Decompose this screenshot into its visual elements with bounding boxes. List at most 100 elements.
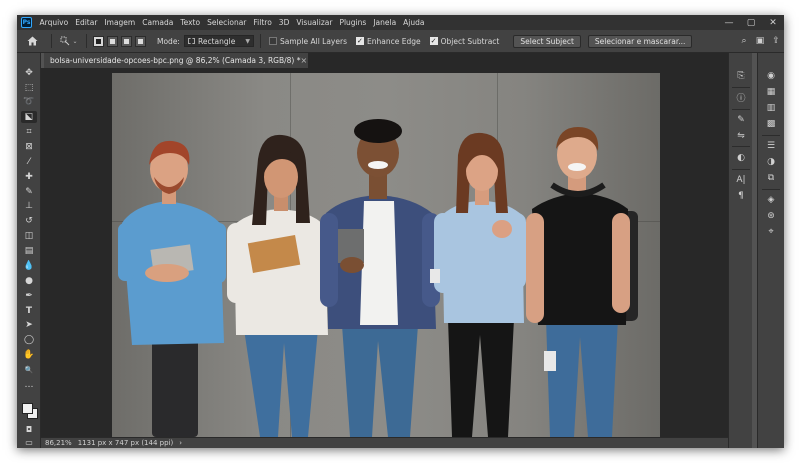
more-tools-icon[interactable]: … <box>21 379 37 391</box>
document-tab-title: bolsa-universidade-opcoes-bpc.png @ 86,2… <box>50 56 301 65</box>
rectangle-icon <box>187 38 195 44</box>
gradients-panel-icon[interactable]: ▥ <box>762 101 780 114</box>
intersect-selection-button[interactable] <box>135 35 146 47</box>
object-subtract-checkbox[interactable] <box>429 37 438 45</box>
frame-icon[interactable]: ⊠ <box>21 141 37 153</box>
info-panel-icon[interactable]: ⓘ <box>732 91 750 104</box>
character-panel-icon[interactable]: A| <box>732 173 750 186</box>
hand-icon[interactable]: ✋ <box>21 349 37 361</box>
properties-panel-icon[interactable]: ☰ <box>762 139 780 152</box>
tools-panel: ✥ ⬚ ➰ ⬕ ⌗ ⊠ ⁄ ✚ ✎ ⊥ ↺ ◫ ▤ 💧 ● ✒ T ➤ ◯ ✋ … <box>17 53 41 448</box>
document-image[interactable] <box>112 73 660 437</box>
move-icon[interactable]: ✥ <box>21 67 37 79</box>
brushes-panel-icon[interactable]: ✎ <box>732 113 750 126</box>
new-selection-button[interactable] <box>93 35 104 47</box>
workspace-icon[interactable]: ▣ <box>752 36 768 46</box>
foreground-color-swatch[interactable] <box>22 403 33 414</box>
clone-stamp-icon[interactable]: ⊥ <box>21 200 37 212</box>
options-bar: ⌄ Mode: Rectangle ▼ Sample All Layers En… <box>17 30 784 53</box>
sample-all-layers-label: Sample All Layers <box>279 36 347 46</box>
dodge-icon[interactable]: ● <box>21 275 37 287</box>
mode-select[interactable]: Rectangle ▼ <box>183 35 254 47</box>
menu-arquivo[interactable]: Arquivo <box>36 18 72 27</box>
path-selection-icon[interactable]: ➤ <box>21 319 37 331</box>
maximize-icon[interactable]: ▢ <box>740 18 762 28</box>
menu-3d[interactable]: 3D <box>275 18 293 27</box>
select-and-mask-button[interactable]: Selecionar e mascarar... <box>587 34 693 48</box>
history-panel-icon[interactable]: ⎘ <box>732 69 750 82</box>
students-photo <box>118 119 638 437</box>
menu-imagem[interactable]: Imagem <box>101 18 139 27</box>
channels-panel-icon[interactable]: ⊛ <box>762 209 780 222</box>
menu-camada[interactable]: Camada <box>139 18 177 27</box>
brush-settings-icon[interactable]: ⇋ <box>732 129 750 142</box>
object-selection-icon[interactable]: ⬕ <box>21 111 37 123</box>
menu-visualizar[interactable]: Visualizar <box>293 18 336 27</box>
divider <box>762 189 780 190</box>
menu-ajuda[interactable]: Ajuda <box>400 18 428 27</box>
eraser-icon[interactable]: ◫ <box>21 230 37 242</box>
brush-icon[interactable]: ✎ <box>21 186 37 198</box>
patterns-panel-icon[interactable]: ▩ <box>762 117 780 130</box>
screen-mode-icon[interactable]: ▭ <box>21 436 37 448</box>
panel-dock-collapsed: ⎘ ⓘ ✎ ⇋ ◐ A| ¶ <box>728 53 752 448</box>
quick-mask-icon[interactable]: ◘ <box>21 423 37 435</box>
minimize-icon[interactable]: — <box>718 18 740 28</box>
menu-filtro[interactable]: Filtro <box>250 18 275 27</box>
adjustments-panel-icon[interactable]: ◑ <box>762 155 780 168</box>
close-icon[interactable]: ✕ <box>762 18 784 28</box>
close-icon[interactable]: × <box>300 56 307 65</box>
menu-editar[interactable]: Editar <box>72 18 101 27</box>
zoom-level[interactable]: 86,21% <box>41 439 78 447</box>
document-tab-strip: bolsa-universidade-opcoes-bpc.png @ 86,2… <box>44 53 750 68</box>
photoshop-window: Ps Arquivo Editar Imagem Camada Texto Se… <box>17 15 784 448</box>
document-tab[interactable]: bolsa-universidade-opcoes-bpc.png @ 86,2… <box>44 53 308 68</box>
enhance-edge-label: Enhance Edge <box>366 36 421 46</box>
zoom-icon[interactable]: 🔍 <box>21 364 37 376</box>
share-icon[interactable]: ⇪ <box>768 36 784 46</box>
crop-icon[interactable]: ⌗ <box>21 126 37 138</box>
gradient-icon[interactable]: ▤ <box>21 245 37 257</box>
chevron-down-icon: ▼ <box>245 37 250 45</box>
chevron-down-icon: ⌄ <box>72 37 78 45</box>
search-icon[interactable]: ⌕ <box>736 36 752 46</box>
chevron-right-icon[interactable]: › <box>179 439 182 447</box>
object-subtract-label: Object Subtract <box>440 36 500 46</box>
subtract-from-selection-button[interactable] <box>121 35 132 47</box>
type-icon[interactable]: T <box>21 305 37 317</box>
color-panel-icon[interactable]: ◉ <box>762 69 780 82</box>
menu-texto[interactable]: Texto <box>177 18 204 27</box>
divider <box>51 34 52 48</box>
layers-panel-icon[interactable]: ◈ <box>762 193 780 206</box>
tool-preset-picker[interactable]: ⌄ <box>58 34 80 48</box>
document-dimensions: 1131 px x 747 px (144 ppi) <box>77 439 174 447</box>
menu-janela[interactable]: Janela <box>370 18 400 27</box>
paragraph-panel-icon[interactable]: ¶ <box>732 189 750 202</box>
marquee-icon[interactable]: ⬚ <box>21 82 37 94</box>
blur-icon[interactable]: 💧 <box>21 260 37 272</box>
add-to-selection-button[interactable] <box>107 35 118 47</box>
enhance-edge-checkbox[interactable] <box>355 37 364 45</box>
divider <box>732 109 750 110</box>
swatches-panel-icon[interactable]: ▦ <box>762 85 780 98</box>
healing-icon[interactable]: ✚ <box>21 171 37 183</box>
select-subject-button[interactable]: Select Subject <box>513 34 581 48</box>
paths-panel-icon[interactable]: ⌖ <box>762 225 780 238</box>
pen-icon[interactable]: ✒ <box>21 290 37 302</box>
ellipse-icon[interactable]: ◯ <box>21 334 37 346</box>
home-icon[interactable] <box>24 33 40 49</box>
mode-value: Rectangle <box>197 36 236 46</box>
mode-label: Mode: <box>157 36 180 46</box>
canvas-workspace[interactable] <box>41 68 728 437</box>
clone-source-icon[interactable]: ◐ <box>732 151 750 164</box>
libraries-panel-icon[interactable]: ⧉ <box>762 171 780 184</box>
menu-plugins[interactable]: Plugins <box>336 18 370 27</box>
divider <box>86 34 87 48</box>
eyedropper-icon[interactable]: ⁄ <box>21 156 37 168</box>
menu-selecionar[interactable]: Selecionar <box>204 18 250 27</box>
options-right: ⌕ ▣ ⇪ <box>736 36 784 46</box>
sample-all-layers-checkbox[interactable] <box>268 37 277 45</box>
history-brush-icon[interactable]: ↺ <box>21 215 37 227</box>
lasso-icon[interactable]: ➰ <box>21 96 37 108</box>
status-bar: 86,21% 1131 px x 747 px (144 ppi) › <box>41 437 728 448</box>
